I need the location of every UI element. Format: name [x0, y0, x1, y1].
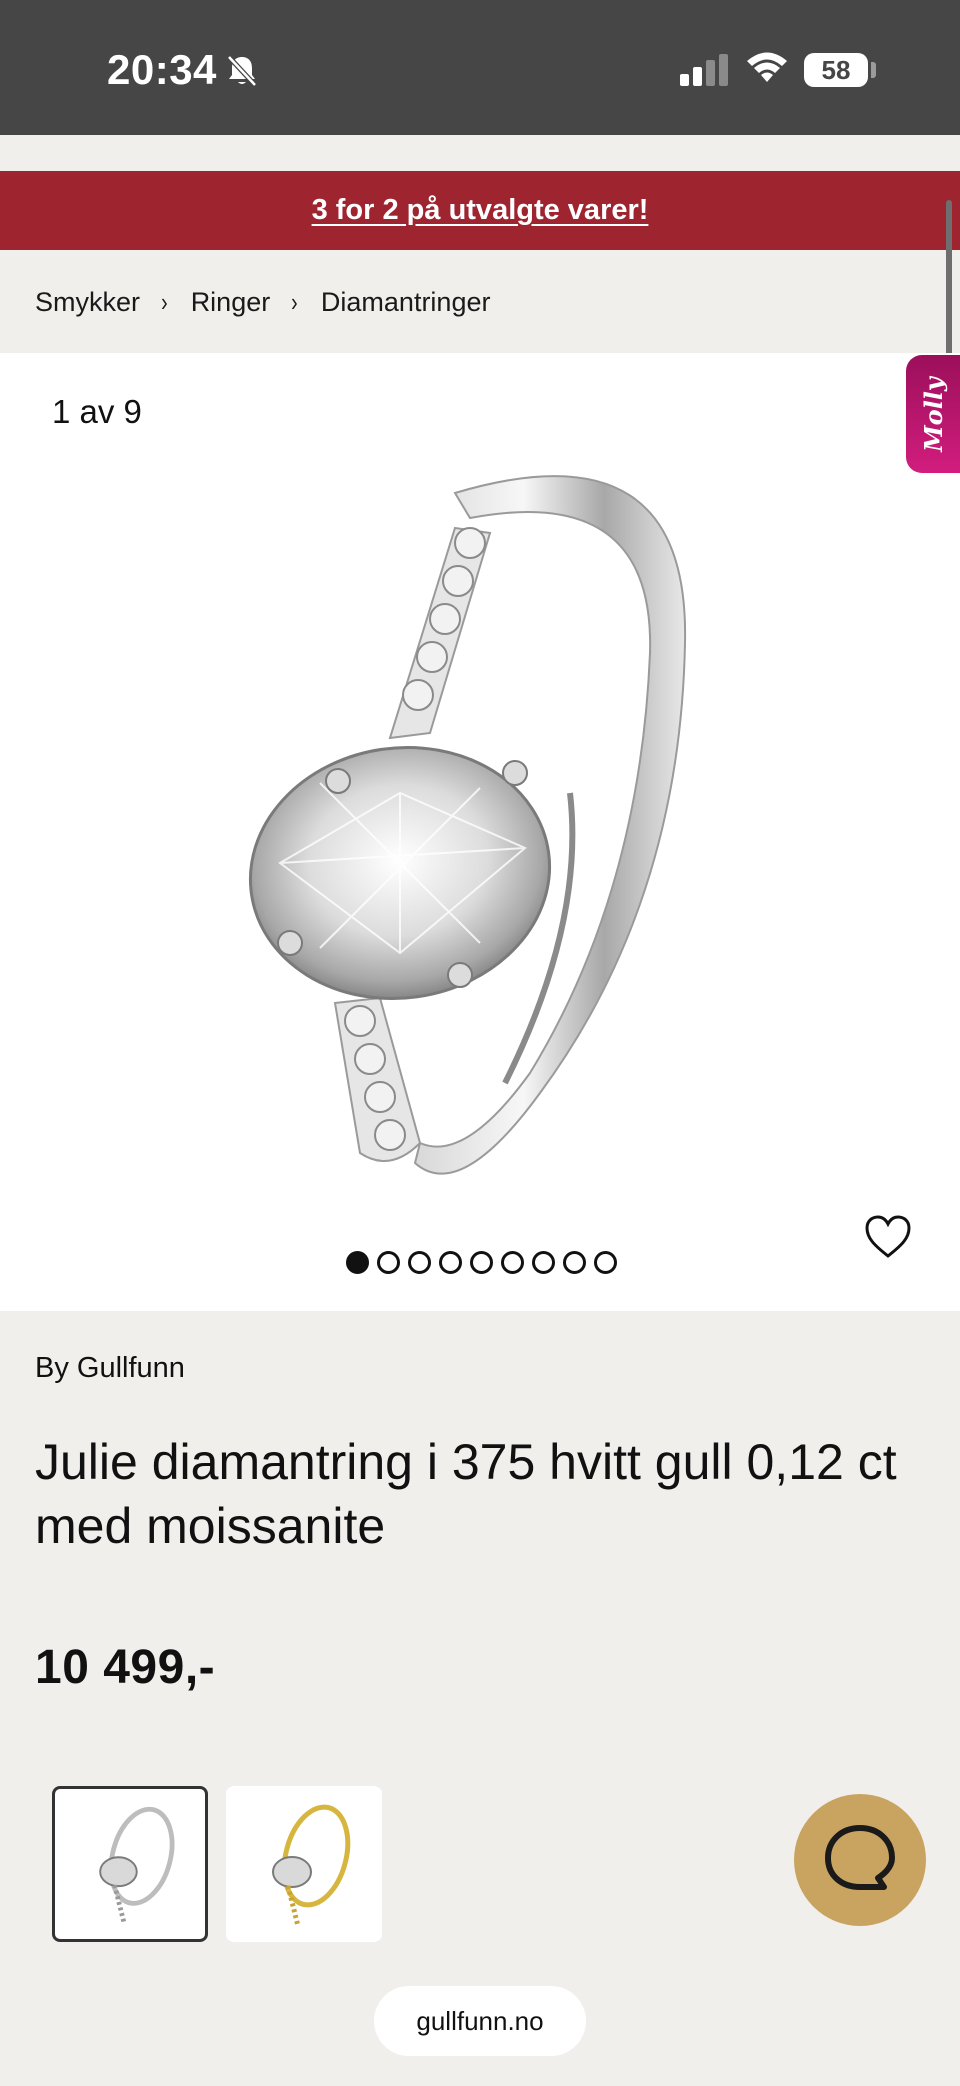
- breadcrumb-separator: ›: [161, 286, 168, 317]
- breadcrumb-item-diamantringer[interactable]: Diamantringer: [321, 287, 491, 318]
- gallery-dot[interactable]: [408, 1251, 431, 1274]
- battery-tip: [871, 62, 876, 78]
- breadcrumb: Smykker › Ringer › Diamantringer: [35, 282, 490, 322]
- product-image-gallery[interactable]: 1 av 9: [0, 353, 960, 1311]
- bell-slash-icon: [227, 55, 257, 87]
- heart-icon[interactable]: [864, 1215, 912, 1259]
- gallery-dot[interactable]: [501, 1251, 524, 1274]
- gallery-dot[interactable]: [439, 1251, 462, 1274]
- chat-bubble-icon: [825, 1825, 895, 1890]
- promo-link[interactable]: 3 for 2 på utvalgte varer!: [312, 194, 649, 227]
- status-bar: 20:34 58: [0, 0, 960, 135]
- variant-white-gold-image: [99, 1806, 175, 1925]
- molly-side-tab[interactable]: Molly: [906, 355, 960, 473]
- product-brand: By Gullfunn: [35, 1352, 185, 1384]
- gallery-pagination: [346, 1251, 617, 1274]
- variant-yellow-gold-image: [272, 1804, 351, 1927]
- variant-yellow-gold[interactable]: [226, 1786, 382, 1942]
- molly-label: Molly: [918, 376, 948, 452]
- variant-white-gold[interactable]: [52, 1786, 208, 1942]
- product-price: 10 499,-: [35, 1641, 216, 1694]
- promo-banner: 3 for 2 på utvalgte varer!: [0, 171, 960, 250]
- gallery-dot[interactable]: [563, 1251, 586, 1274]
- battery-indicator: 58: [804, 53, 868, 87]
- product-image-ring[interactable]: [240, 443, 710, 1203]
- breadcrumb-separator: ›: [291, 286, 298, 317]
- gallery-dot[interactable]: [470, 1251, 493, 1274]
- gallery-dot[interactable]: [532, 1251, 555, 1274]
- breadcrumb-item-ringer[interactable]: Ringer: [191, 287, 271, 318]
- status-time: 20:34: [107, 46, 217, 93]
- gallery-counter: 1 av 9: [52, 393, 142, 430]
- gallery-dot[interactable]: [377, 1251, 400, 1274]
- wifi-icon: [747, 52, 787, 82]
- page-top-spacer: [0, 135, 960, 171]
- breadcrumb-item-smykker[interactable]: Smykker: [35, 287, 140, 318]
- chat-button[interactable]: [794, 1794, 926, 1926]
- product-title: Julie diamantring i 375 hvitt gull 0,12 …: [35, 1434, 897, 1554]
- gallery-dot[interactable]: [346, 1251, 369, 1274]
- gallery-dot[interactable]: [594, 1251, 617, 1274]
- cellular-signal-icon: [680, 54, 728, 86]
- browser-url-bar[interactable]: gullfunn.no: [374, 1986, 586, 2056]
